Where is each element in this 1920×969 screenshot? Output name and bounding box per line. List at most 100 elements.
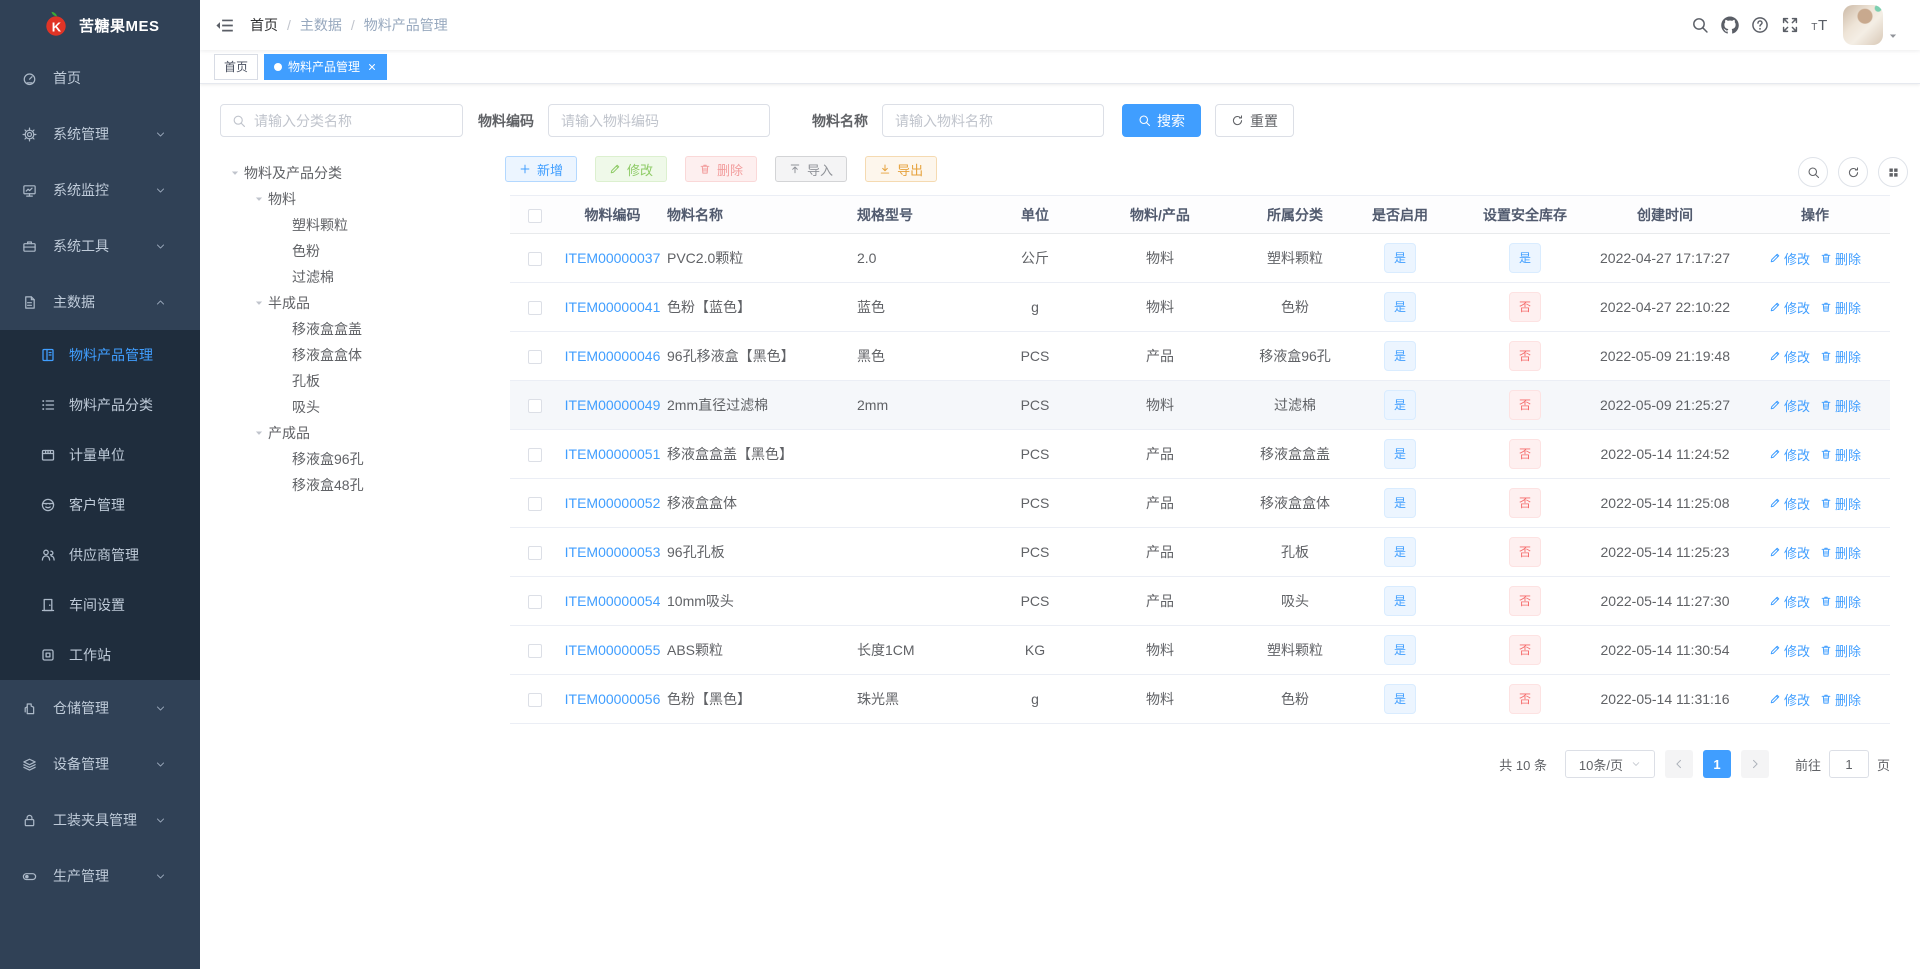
user-avatar[interactable]	[1843, 5, 1898, 45]
breadcrumb-item[interactable]: 主数据	[300, 15, 342, 35]
sidebar-subitem-category[interactable]: 物料产品分类	[0, 380, 200, 430]
warning-action-button[interactable]: 导出	[865, 156, 938, 182]
tree-node[interactable]: 过滤棉	[212, 264, 492, 290]
refresh-button[interactable]	[1838, 157, 1868, 187]
font-size-icon[interactable]: TT	[1805, 0, 1835, 50]
breadcrumb-item[interactable]: 首页	[250, 15, 278, 35]
sidebar-item-fixture[interactable]: 工装夹具管理	[0, 792, 200, 848]
material-code-link[interactable]: ITEM00000051	[565, 446, 661, 462]
current-page-button[interactable]: 1	[1702, 750, 1731, 778]
tree-node[interactable]: 吸头	[212, 394, 492, 420]
sidebar-item-gear[interactable]: 系统管理	[0, 106, 200, 162]
tree-node[interactable]: 孔板	[212, 368, 492, 394]
row-edit-link[interactable]: 修改	[1769, 543, 1810, 562]
sidebar-subitem-material[interactable]: 物料产品管理	[0, 330, 200, 380]
row-delete-link[interactable]: 删除	[1820, 543, 1861, 562]
row-checkbox[interactable]	[528, 644, 542, 659]
material-code-link[interactable]: ITEM00000055	[565, 642, 661, 658]
row-checkbox[interactable]	[528, 497, 542, 512]
sidebar-toggle-icon[interactable]	[215, 16, 234, 35]
next-page-button[interactable]	[1740, 750, 1769, 778]
row-checkbox[interactable]	[528, 399, 542, 414]
caret-down-icon[interactable]	[250, 298, 268, 308]
question-icon[interactable]	[1745, 0, 1775, 50]
sidebar-subitem-unit[interactable]: 计量单位	[0, 430, 200, 480]
row-edit-link[interactable]: 修改	[1769, 347, 1810, 366]
row-delete-link[interactable]: 删除	[1820, 396, 1861, 415]
columns-toggle-button[interactable]	[1878, 157, 1908, 187]
tree-node[interactable]: 产成品	[212, 420, 492, 446]
search-icon[interactable]	[1685, 0, 1715, 50]
row-edit-link[interactable]: 修改	[1769, 249, 1810, 268]
caret-down-icon[interactable]	[250, 194, 268, 204]
primary-action-button[interactable]: 新增	[505, 156, 578, 182]
page-size-select[interactable]: 10条/页	[1564, 750, 1655, 778]
tree-node[interactable]: 移液盒48孔	[212, 472, 492, 498]
category-search-input[interactable]	[254, 112, 451, 129]
caret-down-icon[interactable]	[250, 428, 268, 438]
github-icon[interactable]	[1715, 0, 1745, 50]
row-delete-link[interactable]: 删除	[1820, 249, 1861, 268]
sidebar-item-toolbox[interactable]: 系统工具	[0, 218, 200, 274]
row-edit-link[interactable]: 修改	[1769, 641, 1810, 660]
tree-node[interactable]: 移液盒96孔	[212, 446, 492, 472]
sidebar-subitem-workstation[interactable]: 工作站	[0, 630, 200, 680]
caret-down-icon[interactable]	[226, 168, 244, 178]
goto-page-input[interactable]	[1828, 750, 1869, 778]
tree-node[interactable]: 塑料颗粒	[212, 212, 492, 238]
row-checkbox[interactable]	[528, 252, 542, 267]
material-code-link[interactable]: ITEM00000053	[565, 544, 661, 560]
tree-node[interactable]: 移液盒盒体	[212, 342, 492, 368]
fullscreen-icon[interactable]	[1775, 0, 1805, 50]
material-code-link[interactable]: ITEM00000049	[565, 397, 661, 413]
tree-node[interactable]: 色粉	[212, 238, 492, 264]
row-checkbox[interactable]	[528, 595, 542, 610]
material-code-link[interactable]: ITEM00000041	[565, 299, 661, 315]
row-edit-link[interactable]: 修改	[1769, 592, 1810, 611]
material-code-link[interactable]: ITEM00000054	[565, 593, 661, 609]
sidebar-subitem-workshop[interactable]: 车间设置	[0, 580, 200, 630]
reset-button[interactable]: 重置	[1215, 104, 1294, 137]
tab-active[interactable]: 物料产品管理	[264, 53, 388, 80]
row-edit-link[interactable]: 修改	[1769, 445, 1810, 464]
close-icon[interactable]	[367, 62, 377, 72]
row-checkbox[interactable]	[528, 350, 542, 365]
danger-action-button[interactable]: 删除	[685, 156, 758, 182]
tree-node[interactable]: 半成品	[212, 290, 492, 316]
row-delete-link[interactable]: 删除	[1820, 347, 1861, 366]
sidebar-item-production[interactable]: 生产管理	[0, 848, 200, 904]
sidebar-subitem-customer[interactable]: 客户管理	[0, 480, 200, 530]
row-delete-link[interactable]: 删除	[1820, 592, 1861, 611]
sidebar-item-device[interactable]: 设备管理	[0, 736, 200, 792]
toggle-search-button[interactable]	[1798, 157, 1828, 187]
material-name-input[interactable]	[882, 104, 1104, 137]
material-code-input[interactable]	[548, 104, 770, 137]
material-code-link[interactable]: ITEM00000037	[565, 250, 661, 266]
app-logo[interactable]: K 苦糖果MES	[0, 0, 200, 50]
row-delete-link[interactable]: 删除	[1820, 445, 1861, 464]
success-action-button[interactable]: 修改	[595, 156, 668, 182]
material-code-link[interactable]: ITEM00000052	[565, 495, 661, 511]
row-edit-link[interactable]: 修改	[1769, 494, 1810, 513]
row-checkbox[interactable]	[528, 301, 542, 316]
tree-node[interactable]: 移液盒盒盖	[212, 316, 492, 342]
sidebar-item-warehouse[interactable]: 仓储管理	[0, 680, 200, 736]
row-edit-link[interactable]: 修改	[1769, 690, 1810, 709]
select-all-checkbox[interactable]	[528, 208, 542, 223]
sidebar-item-monitor[interactable]: 系统监控	[0, 162, 200, 218]
row-delete-link[interactable]: 删除	[1820, 690, 1861, 709]
tree-node[interactable]: 物料	[212, 186, 492, 212]
row-delete-link[interactable]: 删除	[1820, 641, 1861, 660]
row-delete-link[interactable]: 删除	[1820, 298, 1861, 317]
row-checkbox[interactable]	[528, 546, 542, 561]
sidebar-item-dashboard[interactable]: 首页	[0, 50, 200, 106]
row-delete-link[interactable]: 删除	[1820, 494, 1861, 513]
sidebar-subitem-supplier[interactable]: 供应商管理	[0, 530, 200, 580]
row-checkbox[interactable]	[528, 693, 542, 708]
sidebar-item-document[interactable]: 主数据	[0, 274, 200, 330]
row-edit-link[interactable]: 修改	[1769, 396, 1810, 415]
prev-page-button[interactable]	[1664, 750, 1693, 778]
row-edit-link[interactable]: 修改	[1769, 298, 1810, 317]
material-code-link[interactable]: ITEM00000046	[565, 348, 661, 364]
search-button[interactable]: 搜索	[1122, 104, 1201, 137]
